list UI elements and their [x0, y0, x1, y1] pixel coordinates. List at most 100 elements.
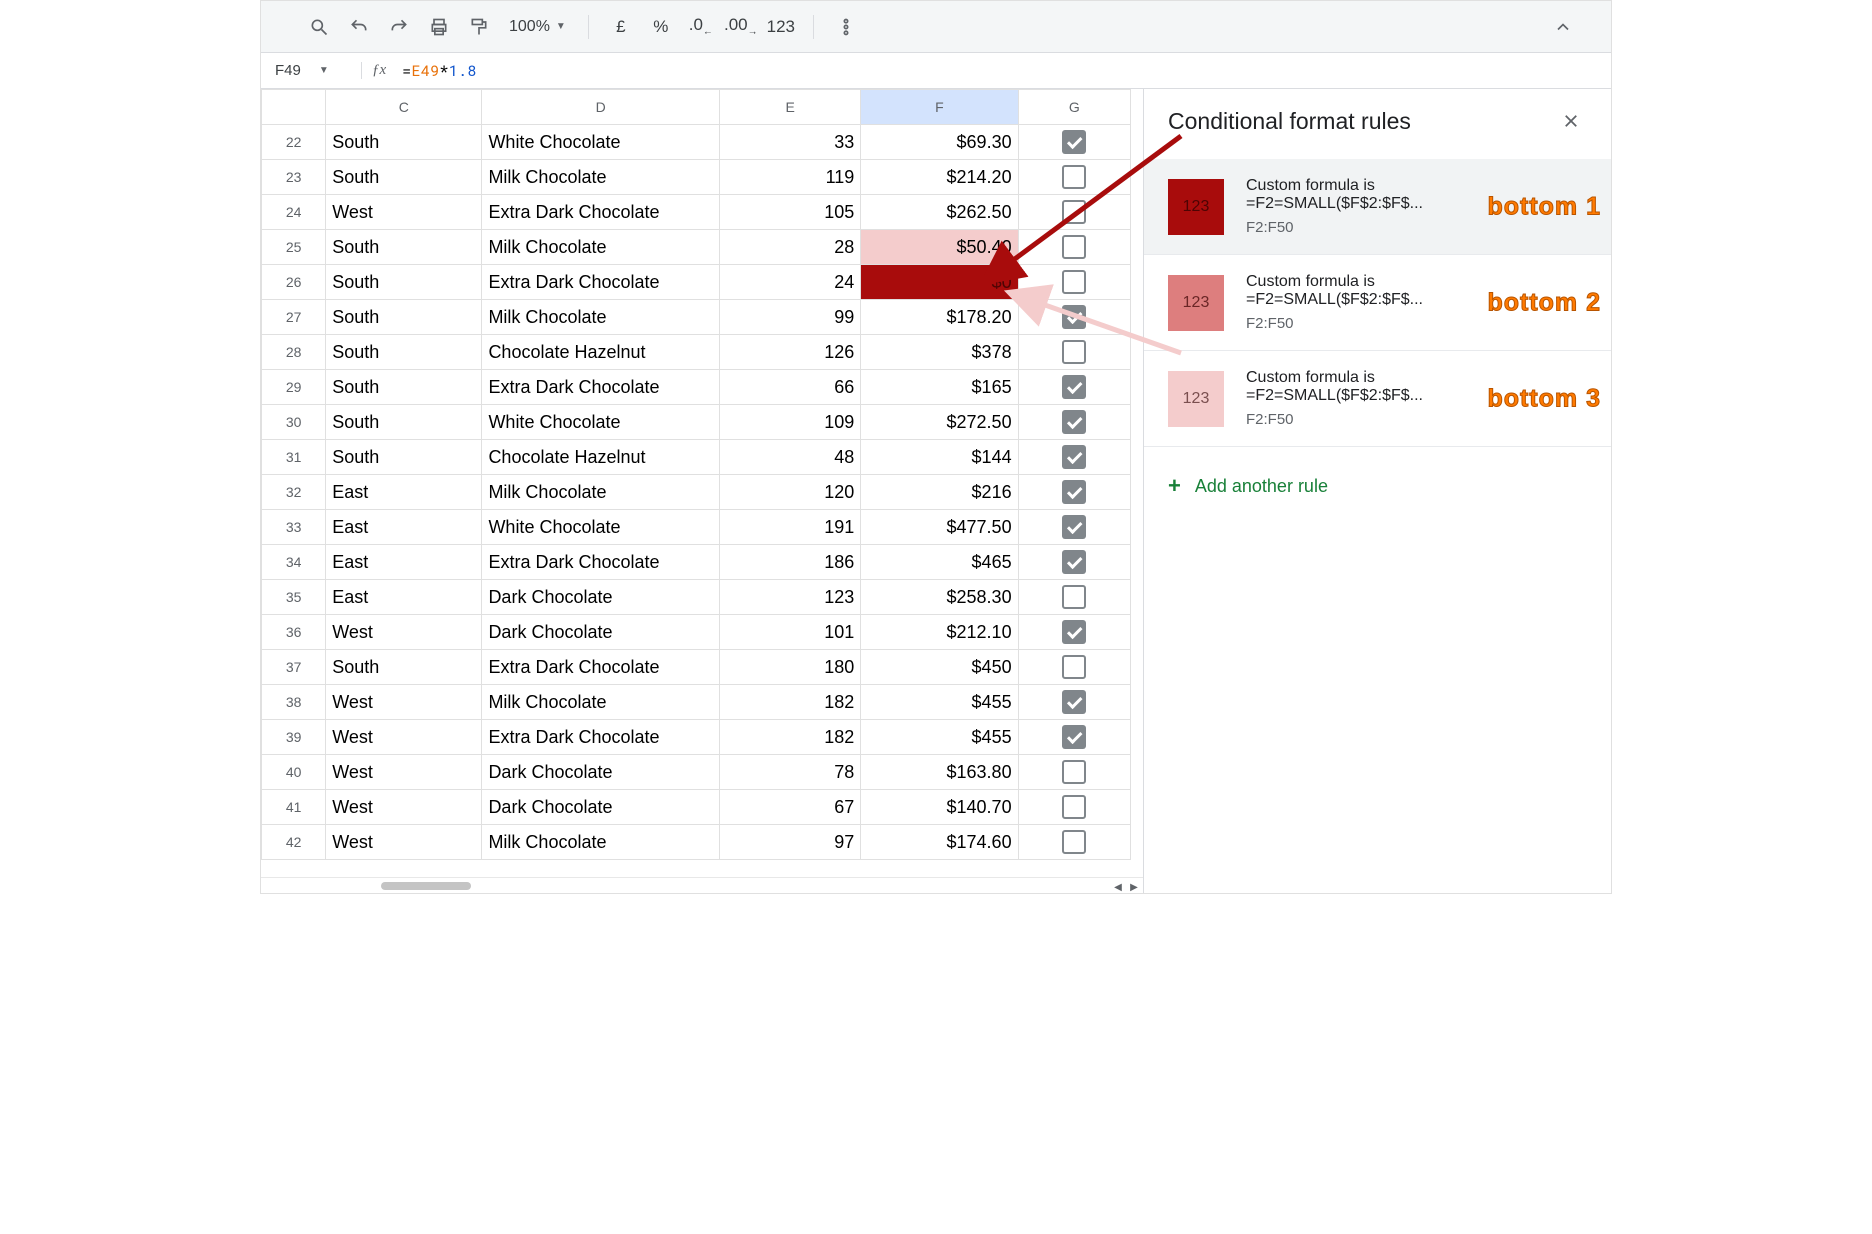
format-rule[interactable]: 123Custom formula is=F2=SMALL($F$2:$F$..… [1144, 255, 1611, 351]
cell[interactable]: 120 [720, 475, 861, 510]
cell[interactable]: Dark Chocolate [482, 790, 720, 825]
row-header[interactable]: 30 [262, 405, 326, 440]
name-box[interactable]: F49 ▼ [261, 62, 361, 79]
undo-icon[interactable] [341, 9, 377, 45]
format-rule[interactable]: 123Custom formula is=F2=SMALL($F$2:$F$..… [1144, 351, 1611, 447]
checkbox-unchecked-icon[interactable] [1062, 760, 1086, 784]
cell[interactable]: South [326, 265, 482, 300]
cell[interactable]: West [326, 195, 482, 230]
checkbox-checked-icon[interactable] [1062, 305, 1086, 329]
column-header-selected[interactable]: F [861, 90, 1018, 125]
checkbox-checked-icon[interactable] [1062, 620, 1086, 644]
cell[interactable]: $455 [861, 720, 1018, 755]
cell[interactable]: South [326, 335, 482, 370]
checkbox-checked-icon[interactable] [1062, 445, 1086, 469]
cell[interactable]: West [326, 755, 482, 790]
cell[interactable] [1018, 720, 1130, 755]
cell[interactable]: $450 [861, 650, 1018, 685]
cell[interactable]: South [326, 300, 482, 335]
checkbox-checked-icon[interactable] [1062, 515, 1086, 539]
cell[interactable] [1018, 195, 1130, 230]
checkbox-checked-icon[interactable] [1062, 480, 1086, 504]
cell[interactable]: 105 [720, 195, 861, 230]
cell[interactable] [1018, 230, 1130, 265]
cell[interactable]: Extra Dark Chocolate [482, 545, 720, 580]
cell[interactable]: 67 [720, 790, 861, 825]
row-header[interactable]: 33 [262, 510, 326, 545]
cell[interactable]: $214.20 [861, 160, 1018, 195]
cell[interactable]: $0 [861, 265, 1018, 300]
cell[interactable]: $262.50 [861, 195, 1018, 230]
cell[interactable]: White Chocolate [482, 510, 720, 545]
cell[interactable]: $212.10 [861, 615, 1018, 650]
cell[interactable]: East [326, 580, 482, 615]
cell[interactable]: 180 [720, 650, 861, 685]
cell[interactable] [1018, 370, 1130, 405]
checkbox-unchecked-icon[interactable] [1062, 585, 1086, 609]
cell[interactable]: $69.30 [861, 125, 1018, 160]
cell[interactable]: East [326, 510, 482, 545]
row-header[interactable]: 32 [262, 475, 326, 510]
cell[interactable]: $272.50 [861, 405, 1018, 440]
format-rule[interactable]: 123Custom formula is=F2=SMALL($F$2:$F$..… [1144, 159, 1611, 255]
cell[interactable]: 48 [720, 440, 861, 475]
cell[interactable]: $140.70 [861, 790, 1018, 825]
checkbox-checked-icon[interactable] [1062, 410, 1086, 434]
cell[interactable] [1018, 300, 1130, 335]
cell[interactable]: 28 [720, 230, 861, 265]
cell[interactable]: 182 [720, 720, 861, 755]
cell[interactable]: $465 [861, 545, 1018, 580]
cell[interactable]: West [326, 685, 482, 720]
row-header[interactable]: 29 [262, 370, 326, 405]
cell[interactable]: South [326, 125, 482, 160]
checkbox-checked-icon[interactable] [1062, 375, 1086, 399]
row-header[interactable]: 26 [262, 265, 326, 300]
checkbox-unchecked-icon[interactable] [1062, 830, 1086, 854]
cell[interactable] [1018, 440, 1130, 475]
cell[interactable]: 99 [720, 300, 861, 335]
row-header[interactable]: 35 [262, 580, 326, 615]
cell[interactable] [1018, 545, 1130, 580]
vertical-scrollbar[interactable] [1127, 89, 1143, 877]
cell[interactable]: 33 [720, 125, 861, 160]
cell[interactable]: $165 [861, 370, 1018, 405]
cell[interactable]: 66 [720, 370, 861, 405]
scroll-left-icon[interactable]: ◀ [1111, 880, 1125, 894]
cell[interactable]: 123 [720, 580, 861, 615]
cell[interactable]: 78 [720, 755, 861, 790]
row-header[interactable]: 28 [262, 335, 326, 370]
select-all-corner[interactable] [262, 90, 326, 125]
print-icon[interactable] [421, 9, 457, 45]
horizontal-scrollbar[interactable]: ◀ ▶ [261, 877, 1143, 894]
cell[interactable]: Milk Chocolate [482, 230, 720, 265]
column-header[interactable]: G [1018, 90, 1130, 125]
cell[interactable]: Milk Chocolate [482, 685, 720, 720]
cell[interactable]: South [326, 160, 482, 195]
checkbox-checked-icon[interactable] [1062, 550, 1086, 574]
cell[interactable]: $477.50 [861, 510, 1018, 545]
checkbox-unchecked-icon[interactable] [1062, 795, 1086, 819]
cell[interactable]: 101 [720, 615, 861, 650]
cell[interactable]: $378 [861, 335, 1018, 370]
paint-format-icon[interactable] [461, 9, 497, 45]
checkbox-checked-icon[interactable] [1062, 725, 1086, 749]
cell[interactable] [1018, 580, 1130, 615]
cell[interactable]: $216 [861, 475, 1018, 510]
cell[interactable]: $163.80 [861, 755, 1018, 790]
checkbox-unchecked-icon[interactable] [1062, 165, 1086, 189]
cell[interactable]: 191 [720, 510, 861, 545]
cell[interactable] [1018, 685, 1130, 720]
cell[interactable]: Extra Dark Chocolate [482, 370, 720, 405]
cell[interactable] [1018, 615, 1130, 650]
cell[interactable]: Milk Chocolate [482, 825, 720, 860]
row-header[interactable]: 40 [262, 755, 326, 790]
cell[interactable] [1018, 475, 1130, 510]
cell[interactable]: White Chocolate [482, 125, 720, 160]
cell[interactable]: Milk Chocolate [482, 300, 720, 335]
cell[interactable]: $144 [861, 440, 1018, 475]
cell[interactable] [1018, 650, 1130, 685]
column-header[interactable]: D [482, 90, 720, 125]
cell[interactable]: Chocolate Hazelnut [482, 335, 720, 370]
cell[interactable] [1018, 510, 1130, 545]
cell[interactable]: 126 [720, 335, 861, 370]
